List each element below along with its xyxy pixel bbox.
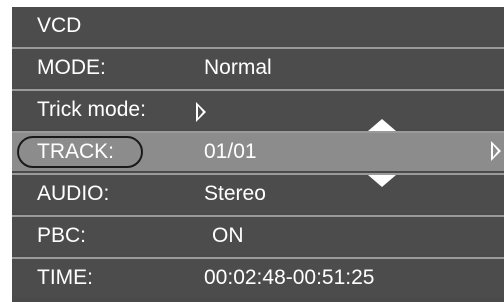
time-label: TIME: (37, 266, 93, 289)
menu-row-pbc[interactable]: PBC: ON (12, 215, 504, 255)
menu-row-trick-mode[interactable]: Trick mode: (12, 89, 504, 131)
menu-row-mode[interactable]: MODE: Normal (12, 47, 504, 87)
pbc-label: PBC: (37, 224, 87, 247)
menu-row-track[interactable]: TRACK: 01/01 (12, 131, 504, 171)
panel-title: VCD (37, 14, 82, 37)
time-value: 00:02:48-00:51:25 (204, 266, 375, 289)
menu-row-audio[interactable]: AUDIO: Stereo (12, 173, 504, 213)
vcd-osd-panel: VCD MODE: Normal Trick mode: TRACK: 01/0… (12, 7, 504, 302)
trick-mode-arrow-icon[interactable] (196, 102, 206, 122)
pbc-value: ON (212, 224, 244, 247)
menu-row-time[interactable]: TIME: 00:02:48-00:51:25 (12, 257, 504, 297)
title-row: VCD (12, 7, 504, 47)
up-arrow-icon[interactable] (368, 119, 396, 131)
down-arrow-icon[interactable] (368, 175, 396, 187)
audio-value: Stereo (204, 182, 266, 205)
track-value: 01/01 (204, 140, 257, 163)
track-selection-pill[interactable]: TRACK: (17, 136, 143, 168)
mode-label: MODE: (37, 56, 106, 79)
track-next-arrow-icon[interactable] (491, 141, 501, 161)
trick-mode-label: Trick mode: (37, 98, 146, 121)
mode-value: Normal (204, 56, 272, 79)
audio-label: AUDIO: (37, 182, 110, 205)
track-label: TRACK: (37, 140, 115, 163)
